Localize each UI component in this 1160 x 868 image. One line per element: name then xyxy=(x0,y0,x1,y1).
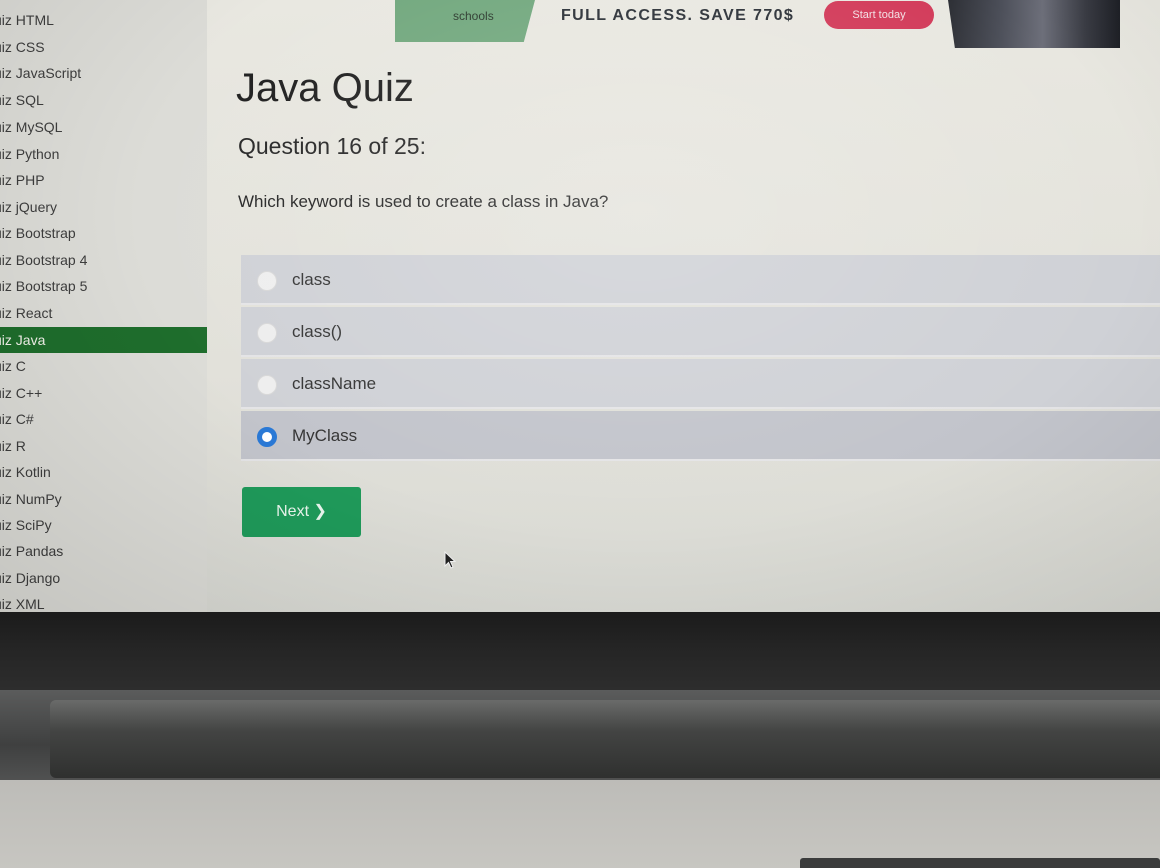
laptop-keys xyxy=(800,858,1160,868)
sidebar-item-django[interactable]: uiz Django xyxy=(0,565,207,591)
sidebar-item-label: uiz CSS xyxy=(0,39,45,55)
answer-option[interactable]: class() xyxy=(241,307,1160,357)
page-title: Java Quiz xyxy=(236,66,414,110)
sidebar-item-xml[interactable]: uiz XML xyxy=(0,591,207,612)
sidebar-item-label: uiz Bootstrap 4 xyxy=(0,252,88,268)
sidebar-item-label: uiz Java xyxy=(0,332,46,348)
answer-option-label: class() xyxy=(292,322,343,341)
sidebar-item-label: uiz C xyxy=(0,358,26,374)
radio-button[interactable] xyxy=(257,323,277,343)
ad-headline: FULL ACCESS. SAVE 770$ xyxy=(561,7,795,24)
sidebar-item-jquery[interactable]: uiz jQuery xyxy=(0,194,207,220)
sidebar-item-pandas[interactable]: uiz Pandas xyxy=(0,538,207,564)
sidebar-item-numpy[interactable]: uiz NumPy xyxy=(0,486,207,512)
question-text: Which keyword is used to create a class … xyxy=(238,192,609,211)
ad-image[interactable] xyxy=(948,0,1120,48)
laptop-screen: uiz HTML uiz CSS uiz JavaScript uiz SQL … xyxy=(0,0,1160,612)
laptop-hinge-strip xyxy=(50,700,1160,778)
answer-option[interactable]: class xyxy=(241,255,1160,305)
sidebar-item-label: uiz C++ xyxy=(0,385,43,401)
sidebar-item-label: uiz jQuery xyxy=(0,199,58,215)
mouse-cursor-icon xyxy=(444,551,457,569)
answer-options: class class() className MyClass xyxy=(241,255,1160,463)
sidebar-item-label: uiz Bootstrap 5 xyxy=(0,278,88,294)
ad-logo-text: schools xyxy=(453,9,494,23)
sidebar-item-react[interactable]: uiz React xyxy=(0,300,207,326)
sidebar-item-label: uiz MySQL xyxy=(0,119,63,135)
radio-button-checked[interactable] xyxy=(257,427,277,447)
sidebar-item-c[interactable]: uiz C xyxy=(0,353,207,379)
sidebar-item-java[interactable]: uiz Java xyxy=(0,327,207,353)
sidebar-item-label: uiz HTML xyxy=(0,12,54,28)
sidebar-item-label: uiz Django xyxy=(0,570,61,586)
sidebar-item-bootstrap-5[interactable]: uiz Bootstrap 5 xyxy=(0,273,207,299)
sidebar-item-bootstrap-4[interactable]: uiz Bootstrap 4 xyxy=(0,247,207,273)
sidebar-item-cpp[interactable]: uiz C++ xyxy=(0,380,207,406)
sidebar-item-html[interactable]: uiz HTML xyxy=(0,7,207,33)
sidebar-item-label: uiz JavaScript xyxy=(0,65,82,81)
sidebar-item-bootstrap[interactable]: uiz Bootstrap xyxy=(0,220,207,246)
sidebar-item-r[interactable]: uiz R xyxy=(0,433,207,459)
radio-button[interactable] xyxy=(257,271,277,291)
ad-start-button[interactable]: Start today xyxy=(824,1,934,29)
answer-option-selected[interactable]: MyClass xyxy=(241,411,1160,461)
laptop-bezel xyxy=(0,612,1160,694)
sidebar-item-python[interactable]: uiz Python xyxy=(0,141,207,167)
sidebar-item-label: uiz React xyxy=(0,305,53,321)
sidebar-item-label: uiz NumPy xyxy=(0,491,62,507)
sidebar-item-php[interactable]: uiz PHP xyxy=(0,167,207,193)
sidebar-item-label: uiz Bootstrap xyxy=(0,225,76,241)
sidebar: uiz HTML uiz CSS uiz JavaScript uiz SQL … xyxy=(0,0,207,612)
next-button[interactable]: Next ❯ xyxy=(242,487,361,537)
radio-button[interactable] xyxy=(257,375,277,395)
sidebar-item-label: uiz Python xyxy=(0,146,60,162)
answer-option-label: MyClass xyxy=(292,426,358,445)
sidebar-item-label: uiz C# xyxy=(0,411,34,427)
sidebar-item-label: uiz Kotlin xyxy=(0,464,51,480)
answer-option-label: class xyxy=(292,270,331,289)
sidebar-item-csharp[interactable]: uiz C# xyxy=(0,406,207,432)
sidebar-item-scipy[interactable]: uiz SciPy xyxy=(0,512,207,538)
sidebar-item-mysql[interactable]: uiz MySQL xyxy=(0,114,207,140)
sidebar-item-javascript[interactable]: uiz JavaScript xyxy=(0,60,207,86)
sidebar-item-label: uiz PHP xyxy=(0,172,45,188)
laptop-deck xyxy=(0,780,1160,868)
sidebar-item-label: uiz R xyxy=(0,438,26,454)
sidebar-item-sql[interactable]: uiz SQL xyxy=(0,87,207,113)
sidebar-item-label: uiz Pandas xyxy=(0,543,64,559)
sidebar-item-label: uiz SciPy xyxy=(0,517,52,533)
question-number: Question 16 of 25: xyxy=(238,133,426,159)
sidebar-item-kotlin[interactable]: uiz Kotlin xyxy=(0,459,207,485)
answer-option[interactable]: className xyxy=(241,359,1160,409)
answer-option-label: className xyxy=(292,374,377,393)
sidebar-item-label: uiz SQL xyxy=(0,92,44,108)
sidebar-item-css[interactable]: uiz CSS xyxy=(0,34,207,60)
sidebar-item-label: uiz XML xyxy=(0,596,45,612)
